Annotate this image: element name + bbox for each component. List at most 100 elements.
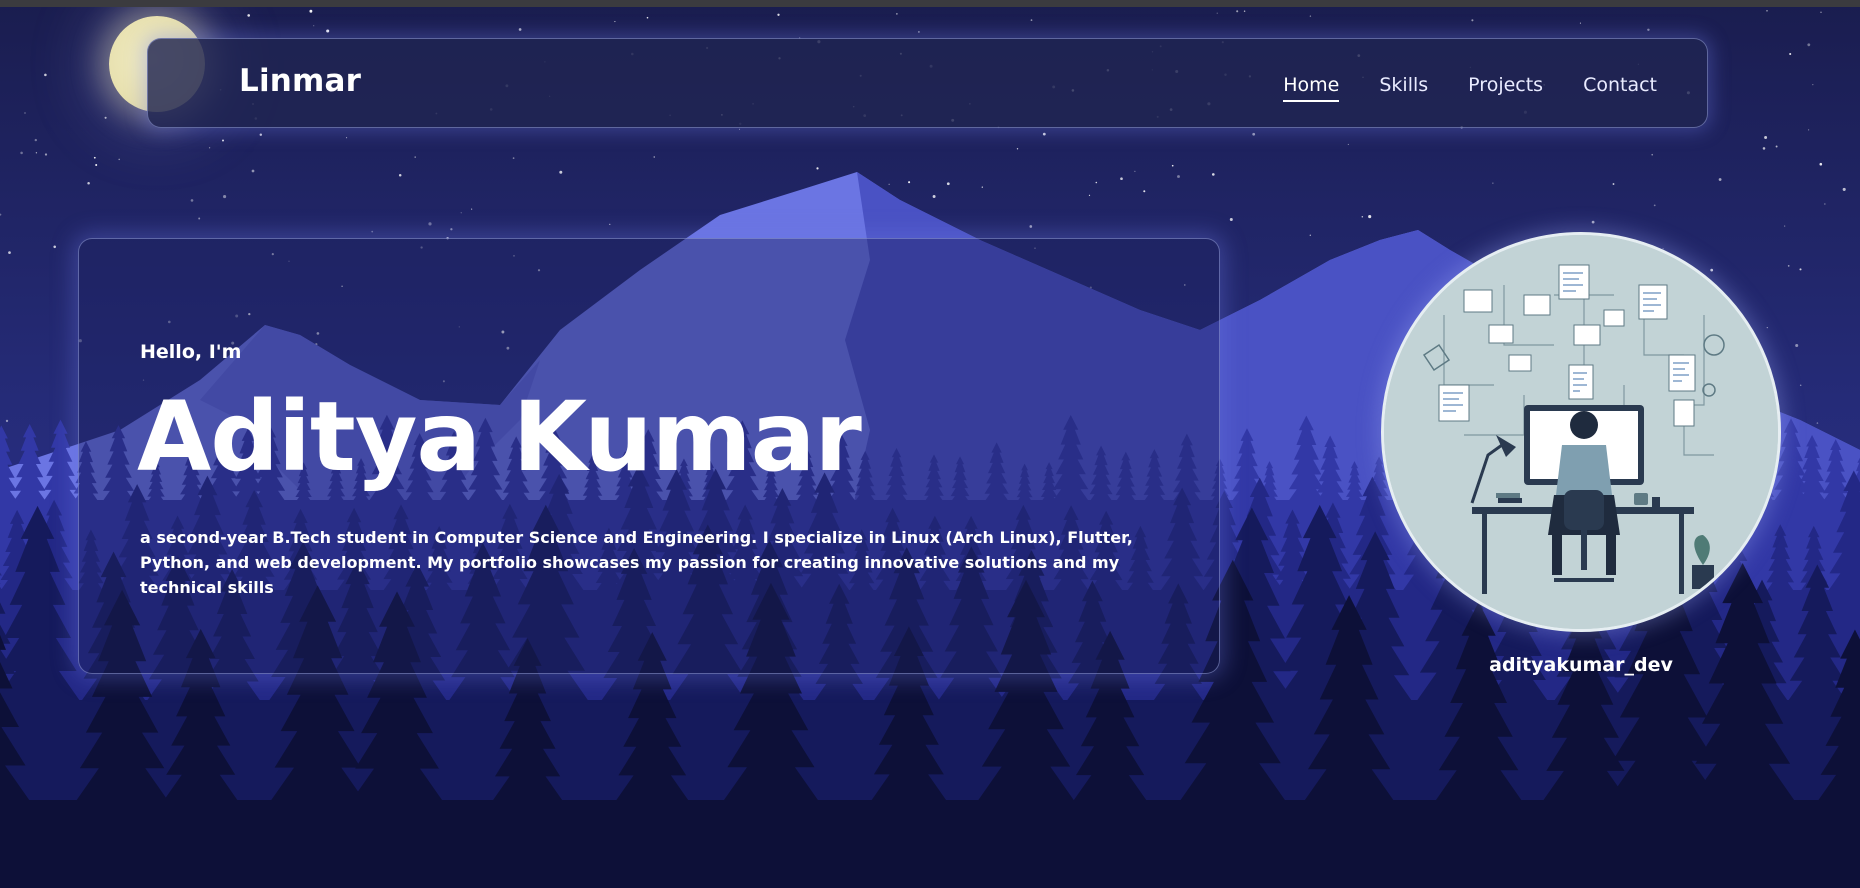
star-decoration	[1807, 43, 1811, 47]
hero-greeting: Hello, I'm	[140, 341, 242, 363]
star-decoration	[346, 137, 348, 139]
star-decoration	[1718, 178, 1722, 181]
star-decoration	[1171, 164, 1174, 167]
star-decoration	[1799, 268, 1802, 271]
star-decoration	[251, 169, 255, 173]
star-decoration	[1368, 215, 1372, 219]
star-decoration	[1766, 326, 1768, 329]
star-decoration	[1120, 177, 1123, 181]
star-decoration	[1787, 265, 1790, 267]
star-decoration	[1016, 148, 1019, 150]
star-decoration	[1471, 19, 1474, 22]
star-decoration	[1591, 220, 1595, 224]
star-decoration	[398, 174, 402, 177]
star-decoration	[208, 147, 211, 149]
star-decoration	[1216, 12, 1218, 14]
star-decoration	[1819, 162, 1823, 166]
star-decoration	[614, 21, 616, 23]
star-decoration	[1710, 268, 1714, 272]
star-decoration	[93, 156, 96, 159]
star-decoration	[777, 13, 780, 16]
star-decoration	[1612, 183, 1615, 185]
star-decoration	[653, 156, 655, 158]
star-decoration	[1243, 10, 1246, 12]
star-decoration	[5, 419, 9, 423]
nav-link-contact[interactable]: Contact	[1583, 74, 1657, 102]
star-decoration	[1309, 234, 1311, 236]
star-decoration	[1799, 384, 1802, 387]
star-decoration	[460, 212, 462, 214]
star-decoration	[313, 25, 315, 27]
star-decoration	[739, 128, 740, 130]
star-decoration	[816, 167, 819, 170]
star-decoration	[1309, 15, 1312, 17]
hero-name-heading: Aditya Kumar	[137, 381, 862, 493]
nav-link-projects[interactable]: Projects	[1468, 74, 1543, 102]
star-decoration	[1842, 187, 1846, 191]
star-decoration	[1766, 9, 1768, 12]
star-decoration	[932, 195, 936, 198]
nav-link-skills[interactable]: Skills	[1379, 74, 1428, 102]
star-decoration	[981, 186, 983, 188]
star-decoration	[1492, 182, 1494, 184]
profile-avatar	[1381, 232, 1781, 632]
brand-logo[interactable]: Linmar	[239, 63, 361, 99]
star-decoration	[309, 9, 313, 13]
star-decoration	[44, 153, 48, 156]
star-decoration	[414, 156, 416, 158]
star-decoration	[35, 152, 38, 154]
star-decoration	[1775, 145, 1778, 148]
star-decoration	[8, 251, 11, 254]
star-decoration	[1816, 422, 1819, 424]
star-decoration	[1647, 28, 1650, 32]
star-decoration	[518, 28, 522, 31]
star-decoration	[1042, 132, 1046, 136]
star-decoration	[118, 158, 120, 161]
star-decoration	[428, 222, 432, 226]
star-decoration	[646, 16, 649, 19]
nav-link-home[interactable]: Home	[1283, 74, 1340, 102]
star-decoration	[222, 139, 224, 142]
star-decoration	[609, 223, 611, 225]
main-nav: Home Skills Projects Contact	[1283, 74, 1657, 102]
star-decoration	[1029, 225, 1033, 228]
star-decoration	[1236, 10, 1239, 13]
star-decoration	[259, 133, 263, 136]
star-decoration	[1789, 52, 1792, 56]
profile-handle[interactable]: adityakumar_dev	[1381, 654, 1781, 676]
star-decoration	[1211, 173, 1215, 176]
star-decoration	[559, 170, 563, 174]
star-decoration	[1653, 204, 1656, 207]
star-decoration	[908, 181, 911, 184]
star-decoration	[371, 230, 374, 233]
star-decoration	[1088, 194, 1091, 196]
window-top-strip	[0, 0, 1860, 7]
star-decoration	[918, 31, 920, 33]
star-decoration	[1795, 343, 1799, 348]
star-decoration	[247, 14, 251, 17]
star-decoration	[1143, 190, 1146, 193]
star-decoration	[888, 183, 890, 185]
star-decoration	[1134, 170, 1136, 172]
star-decoration	[471, 208, 473, 210]
star-decoration	[20, 151, 23, 155]
star-decoration	[53, 245, 56, 249]
top-navbar: Linmar Home Skills Projects Contact	[147, 38, 1708, 128]
star-decoration	[198, 217, 201, 220]
star-decoration	[450, 228, 453, 231]
star-decoration	[190, 199, 194, 202]
star-decoration	[1762, 147, 1766, 150]
star-decoration	[1812, 83, 1814, 86]
star-decoration	[1030, 19, 1033, 21]
star-decoration	[1651, 153, 1653, 156]
star-decoration	[1807, 129, 1810, 131]
star-decoration	[512, 157, 515, 159]
hero-card: Hello, I'm Aditya Kumar a second-year B.…	[78, 238, 1220, 674]
star-decoration	[223, 195, 227, 199]
star-decoration	[1177, 175, 1180, 178]
star-decoration	[24, 112, 26, 114]
star-decoration	[104, 116, 107, 119]
star-decoration	[95, 163, 98, 167]
star-decoration	[87, 181, 90, 185]
star-decoration	[1824, 203, 1826, 205]
